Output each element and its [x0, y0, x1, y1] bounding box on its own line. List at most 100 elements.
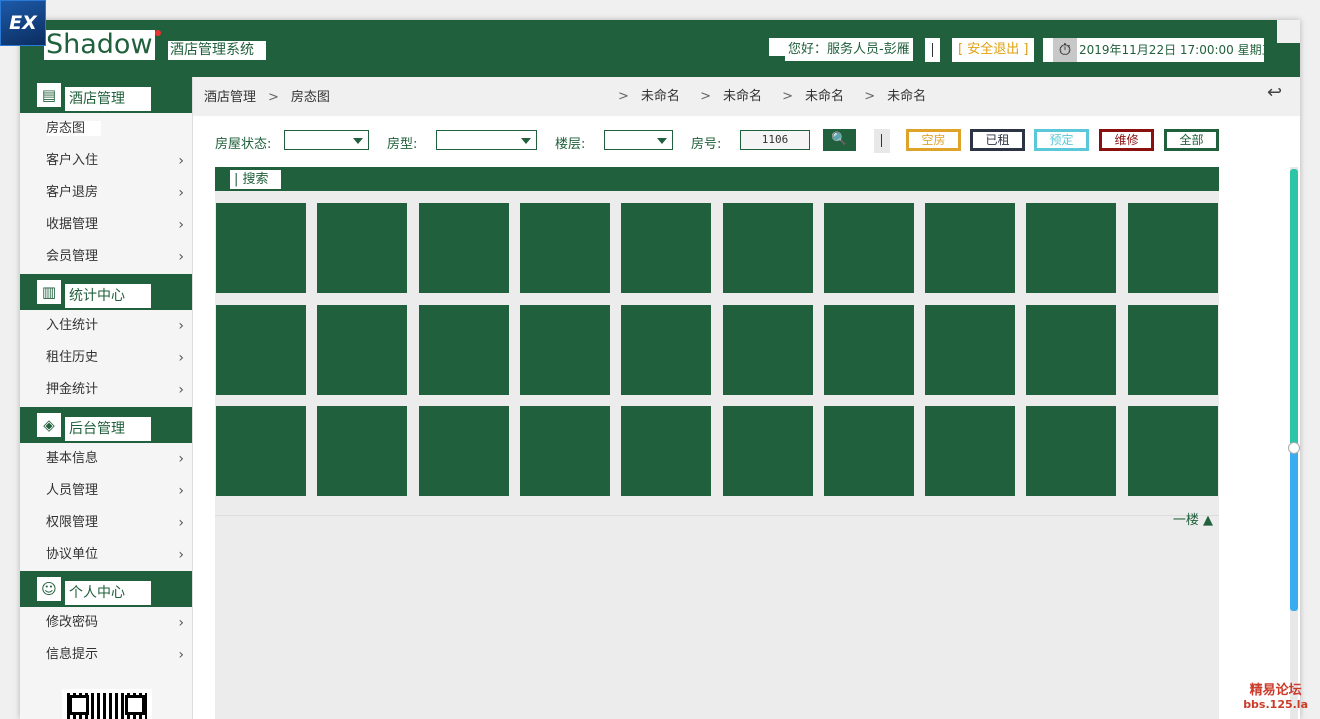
- sidebar-item-check-in[interactable]: 客户入住 ›: [20, 145, 192, 177]
- room-tile[interactable]: [823, 203, 914, 293]
- scrollbar[interactable]: [1288, 167, 1300, 719]
- sidebar-item-change-password[interactable]: 修改密码 ›: [20, 607, 192, 639]
- sidebar-item-label: 入住统计: [46, 318, 99, 333]
- sidebar-item-permissions[interactable]: 权限管理 ›: [20, 507, 192, 539]
- tab-3[interactable]: 未命名: [805, 89, 844, 104]
- tab-4[interactable]: 未命名: [887, 89, 926, 104]
- sidebar-item-room-status[interactable]: 房态图: [20, 113, 192, 145]
- sidebar-item-staff[interactable]: 人员管理 ›: [20, 475, 192, 507]
- sidebar-item-receipts[interactable]: 收据管理 ›: [20, 209, 192, 241]
- chevron-right-icon: ›: [178, 451, 184, 467]
- app-icon[interactable]: EX: [0, 0, 46, 46]
- breadcrumb-current: 房态图: [290, 90, 330, 105]
- window-corner: [1277, 20, 1300, 43]
- floor-select[interactable]: [604, 130, 673, 150]
- room-tile[interactable]: [925, 304, 1016, 395]
- room-tile[interactable]: [418, 203, 509, 293]
- room-tile[interactable]: [1127, 304, 1218, 395]
- room-tile[interactable]: [621, 406, 712, 496]
- chevron-right-icon: >: [618, 89, 629, 104]
- panel-header: | 搜索: [215, 167, 1219, 191]
- room-tile[interactable]: [317, 203, 408, 293]
- layers-icon: ◈: [37, 413, 61, 437]
- sidebar-item-label: 信息提示: [46, 647, 99, 662]
- tab-2[interactable]: 未命名: [723, 89, 762, 104]
- room-tile[interactable]: [317, 406, 408, 496]
- sidebar-section-admin[interactable]: ◈ 后台管理: [20, 407, 192, 443]
- scrollbar-thumb-upper[interactable]: [1290, 169, 1298, 446]
- floor-divider: [215, 515, 1219, 516]
- qr-code: [62, 689, 152, 719]
- sidebar-section-stats[interactable]: ▥ 统计中心: [20, 274, 192, 310]
- user-greeting: 您好：服务人员-彭雁: [785, 38, 913, 61]
- sidebar-item-label: 收据管理: [46, 217, 99, 232]
- sidebar-item-checkin-stats[interactable]: 入住统计 ›: [20, 310, 192, 342]
- room-tile[interactable]: [519, 203, 610, 293]
- logo-text: Shadow: [46, 29, 153, 60]
- chevron-right-icon: >: [700, 89, 711, 104]
- room-tile[interactable]: [418, 304, 509, 395]
- breadcrumb-root[interactable]: 酒店管理: [204, 90, 256, 105]
- sidebar-item-label: 人员管理: [46, 483, 99, 498]
- room-tile[interactable]: [216, 406, 306, 496]
- room-tile[interactable]: [1127, 203, 1218, 293]
- sidebar-section-personal[interactable]: ☺ 个人中心: [20, 571, 192, 607]
- room-tile[interactable]: [823, 304, 914, 395]
- room-tile[interactable]: [216, 203, 306, 293]
- room-type-select[interactable]: [436, 130, 537, 150]
- sidebar-section-hotel[interactable]: ▤ 酒店管理: [20, 77, 192, 113]
- section-title: 酒店管理: [65, 87, 151, 111]
- room-tile[interactable]: [519, 406, 610, 496]
- scrollbar-thumb-lower[interactable]: [1290, 449, 1298, 611]
- chevron-right-icon: >: [864, 89, 876, 104]
- room-tile[interactable]: [722, 406, 813, 496]
- legend-label: 维修: [1114, 133, 1139, 147]
- room-tile[interactable]: [1026, 304, 1117, 395]
- tab-1[interactable]: 未命名: [641, 89, 680, 104]
- room-tile[interactable]: [621, 304, 712, 395]
- sidebar-item-label: 房态图: [46, 121, 102, 136]
- app-window: Shadow 酒店管理系统 您好：服务人员-彭雁 [ 安全退出 ] ⏱ 2019…: [20, 20, 1300, 719]
- sidebar-item-check-out[interactable]: 客户退房 ›: [20, 177, 192, 209]
- sidebar-item-members[interactable]: 会员管理 ›: [20, 241, 192, 273]
- sidebar-item-messages[interactable]: 信息提示 ›: [20, 639, 192, 671]
- search-button[interactable]: 🔍: [823, 129, 856, 151]
- back-arrow-icon[interactable]: ↩: [1267, 82, 1282, 103]
- room-number-input[interactable]: 1106: [740, 130, 810, 150]
- logout-button[interactable]: [ 安全退出 ]: [952, 38, 1035, 62]
- room-tile[interactable]: [823, 406, 914, 496]
- legend-repair-button[interactable]: 维修: [1099, 129, 1154, 151]
- system-title: 酒店管理系统: [168, 41, 266, 60]
- legend-vacant-button[interactable]: 空房: [906, 129, 961, 151]
- legend-all-button[interactable]: 全部: [1164, 129, 1219, 151]
- room-tile[interactable]: [1127, 406, 1218, 496]
- header-separator: [925, 38, 940, 62]
- room-tile[interactable]: [1026, 406, 1117, 496]
- room-tile[interactable]: [317, 304, 408, 395]
- floor-toggle[interactable]: 一楼 ▲: [1173, 509, 1213, 528]
- legend-label: 已租: [985, 133, 1010, 147]
- scrollbar-knob[interactable]: [1288, 442, 1300, 454]
- room-tile[interactable]: [1026, 203, 1117, 293]
- watermark-line1: 精易论坛: [1249, 683, 1302, 698]
- room-tile[interactable]: [722, 203, 813, 293]
- legend-reserved-button[interactable]: 预定: [1034, 129, 1089, 151]
- room-tile[interactable]: [519, 304, 610, 395]
- legend-rented-button[interactable]: 已租: [970, 129, 1025, 151]
- room-tile[interactable]: [418, 406, 509, 496]
- room-tile[interactable]: [621, 203, 712, 293]
- chevron-right-icon: ›: [178, 615, 184, 631]
- sidebar-item-label: 押金统计: [46, 382, 99, 397]
- sidebar-item-deposit-stats[interactable]: 押金统计 ›: [20, 374, 192, 406]
- bar-chart-icon: ▥: [37, 280, 61, 304]
- room-tile[interactable]: [216, 304, 306, 395]
- sidebar-item-partners[interactable]: 协议单位 ›: [20, 539, 192, 571]
- sidebar-item-rental-history[interactable]: 租住历史 ›: [20, 342, 192, 374]
- breadcrumb: 酒店管理 > 房态图: [204, 86, 330, 105]
- room-tile[interactable]: [925, 203, 1016, 293]
- sidebar-item-basic-info[interactable]: 基本信息 ›: [20, 443, 192, 475]
- room-tile[interactable]: [925, 406, 1016, 496]
- room-tile[interactable]: [722, 304, 813, 395]
- sidebar-item-label: 客户入住: [46, 153, 99, 168]
- status-select[interactable]: [284, 130, 369, 150]
